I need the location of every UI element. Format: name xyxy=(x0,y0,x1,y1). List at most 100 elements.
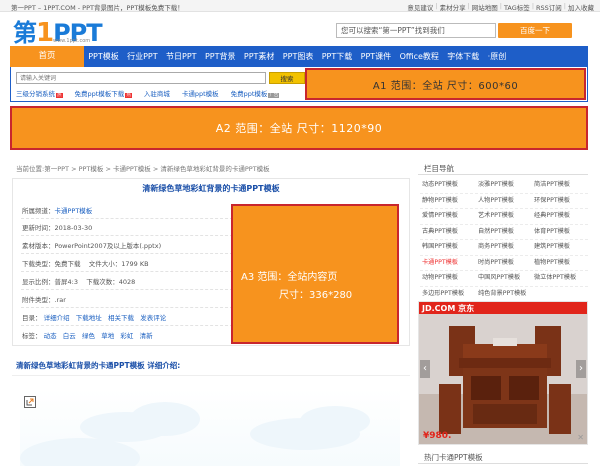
jd-ad-banner[interactable]: JD.COM 京东 ‹ › ¥980. ✕ xyxy=(418,301,588,445)
info-download-type: 下载类型：免费下载 文件大小：1799 KB xyxy=(22,260,149,268)
sublink-cartoon[interactable]: 卡通ppt模板 xyxy=(182,88,219,98)
divider xyxy=(420,254,588,256)
keyword-box xyxy=(16,72,266,84)
template-title: 清新绿色草地彩虹背景的卡通PPT模板 xyxy=(142,184,280,193)
toc-download[interactable]: 下载地址 xyxy=(76,314,102,322)
keyword-search-button[interactable]: 搜索 xyxy=(269,72,305,84)
hot-badge: 热 xyxy=(125,93,132,98)
category-link[interactable]: 多边形PPT模板 xyxy=(422,288,464,297)
category-link[interactable]: 微立体PPT模板 xyxy=(534,272,576,281)
category-link[interactable]: 卡通PPT模板 xyxy=(422,257,458,266)
category-link[interactable]: 动态PPT模板 xyxy=(422,179,458,188)
baidu-search-button[interactable]: 百度一下 xyxy=(498,23,572,38)
ad-a3-line1: A3 范围：全站内容页 xyxy=(241,272,338,283)
tag-link[interactable]: 清新 xyxy=(140,332,153,340)
category-link[interactable]: 体育PPT模板 xyxy=(534,226,570,235)
divider xyxy=(418,174,588,175)
category-link[interactable]: 韩国PPT模板 xyxy=(422,241,458,250)
nav-item-charts[interactable]: PPT图表 xyxy=(279,51,318,62)
category-link[interactable]: 自然PPT模板 xyxy=(478,226,514,235)
toc-related[interactable]: 相关下载 xyxy=(108,314,134,322)
nav-item-materials[interactable]: PPT素材 xyxy=(240,51,279,62)
site-search-input[interactable] xyxy=(337,24,495,37)
divider xyxy=(420,223,588,225)
category-link[interactable]: 淡雅PPT模板 xyxy=(478,179,514,188)
site-search-box xyxy=(336,23,496,38)
top-bar-links: 意见建议 | 素材分享 | 网站地图 | TAG标签 | RSS订阅 | 加入收藏 xyxy=(407,2,594,12)
link-tags[interactable]: TAG标签 xyxy=(504,2,530,12)
info-ratio: 显示比例：普屏4:3 下载次数：4028 xyxy=(22,278,136,286)
category-link[interactable]: 经典PPT模板 xyxy=(534,210,570,219)
sublink-free-templates[interactable]: 免费ppt模板 广告 xyxy=(231,88,280,98)
sublink-distribution[interactable]: 三级分销系统热 xyxy=(16,88,63,98)
nav-home[interactable]: 首页 xyxy=(10,46,84,67)
logo-url: www.1ppt.com xyxy=(53,38,91,44)
nav-item-download[interactable]: PPT下载 xyxy=(318,51,357,62)
category-link[interactable]: 静物PPT模板 xyxy=(422,195,458,204)
link-favorite[interactable]: 加入收藏 xyxy=(568,2,594,12)
main-nav: 首页 PPT模板 行业PPT 节日PPT PPT背景 PPT素材 PPT图表 P… xyxy=(10,46,588,67)
furniture-image xyxy=(419,314,587,444)
template-preview-image[interactable] xyxy=(20,388,400,466)
nav-item-holiday[interactable]: 节日PPT xyxy=(162,51,201,62)
info-channel: 所属频道：卡通PPT模板 xyxy=(22,207,93,215)
carousel-prev-icon[interactable]: ‹ xyxy=(420,360,430,378)
link-sitemap[interactable]: 网站地图 xyxy=(472,2,498,12)
category-link[interactable]: 环保PPT模板 xyxy=(534,195,570,204)
tag-link[interactable]: 草地 xyxy=(101,332,114,340)
nav-item-courseware[interactable]: PPT课件 xyxy=(356,51,395,62)
expand-icon[interactable] xyxy=(24,396,36,408)
category-link[interactable]: 纯色背景PPT模板 xyxy=(478,288,526,297)
info-toc: 目录： 详细介绍 下载地址 相关下载 发表评论 xyxy=(22,314,167,322)
divider xyxy=(420,270,588,271)
link-share[interactable]: 素材分享 xyxy=(440,2,466,12)
divider xyxy=(418,463,588,464)
category-link[interactable]: 古典PPT模板 xyxy=(422,226,458,235)
toc-detail[interactable]: 详细介绍 xyxy=(44,314,70,322)
ad-a3-line2: 尺寸：336*280 xyxy=(279,290,353,301)
channel-link[interactable]: 卡通PPT模板 xyxy=(55,207,93,215)
nav-item-industry[interactable]: 行业PPT xyxy=(123,51,162,62)
ad-slot-a1[interactable]: A1 范围：全站 尺寸：600*60 xyxy=(305,68,586,100)
sub-links: 三级分销系统热 免费ppt模板下载热 入驻商城 卡通ppt模板 免费ppt模板广… xyxy=(16,88,280,98)
category-link[interactable]: 植物PPT模板 xyxy=(534,257,570,266)
ad-slot-a2[interactable]: A2 范围：全站 尺寸：1120*90 xyxy=(10,106,588,150)
category-link[interactable]: 人物PPT模板 xyxy=(478,195,514,204)
category-link[interactable]: 中国风PPT模板 xyxy=(478,272,520,281)
tag-link[interactable]: 白云 xyxy=(63,332,76,340)
hot-templates-title: 热门卡通PPT模板 xyxy=(424,453,483,462)
carousel-next-icon[interactable]: › xyxy=(576,360,586,378)
keyword-input[interactable] xyxy=(17,73,265,83)
nav-item-backgrounds[interactable]: PPT背景 xyxy=(201,51,240,62)
category-link[interactable]: 简洁PPT模板 xyxy=(534,179,570,188)
nav-item-ppt-templates[interactable]: PPT模板 xyxy=(84,51,123,62)
ad-slot-a3[interactable]: A3 范围：全站内容页 尺寸：336*280 xyxy=(231,204,399,344)
category-link[interactable]: 动物PPT模板 xyxy=(422,272,458,281)
sublink-mall[interactable]: 入驻商城 xyxy=(144,88,170,98)
divider xyxy=(420,208,588,209)
info-tags: 标签： 动态 白云 绿色 草地 彩虹 清新 xyxy=(22,332,153,340)
toc-comment[interactable]: 发表评论 xyxy=(140,314,166,322)
category-link[interactable]: 商务PPT模板 xyxy=(478,241,514,250)
divider xyxy=(420,192,588,194)
category-link[interactable]: 时尚PPT模板 xyxy=(478,257,514,266)
nav-item-original[interactable]: ·原创 xyxy=(483,51,510,62)
tag-link[interactable]: 彩虹 xyxy=(120,332,133,340)
tag-link[interactable]: 动态 xyxy=(44,332,57,340)
link-feedback[interactable]: 意见建议 xyxy=(407,2,433,12)
category-link[interactable]: 艺术PPT模板 xyxy=(478,210,514,219)
link-rss[interactable]: RSS订阅 xyxy=(536,2,562,12)
jd-price: ¥980. xyxy=(423,431,452,441)
category-link[interactable]: 爱情PPT模板 xyxy=(422,210,458,219)
nav-item-fonts[interactable]: 字体下载 xyxy=(443,51,483,62)
site-logo[interactable]: 第1PPT www.1ppt.com xyxy=(13,15,113,48)
sidebar-title: 栏目导航 xyxy=(424,164,454,173)
breadcrumb: 当前位置:第一PPT > PPT模板 > 卡通PPT模板 > 清新绿色草地彩虹背… xyxy=(16,165,270,173)
tag-link[interactable]: 绿色 xyxy=(82,332,95,340)
category-link[interactable]: 建筑PPT模板 xyxy=(534,241,570,250)
divider xyxy=(12,375,410,376)
nav-item-office-tutorial[interactable]: Office教程 xyxy=(395,51,443,62)
divider xyxy=(420,285,588,287)
close-icon[interactable]: ✕ xyxy=(577,433,584,442)
sublink-free-download[interactable]: 免费ppt模板下载热 xyxy=(75,88,132,98)
